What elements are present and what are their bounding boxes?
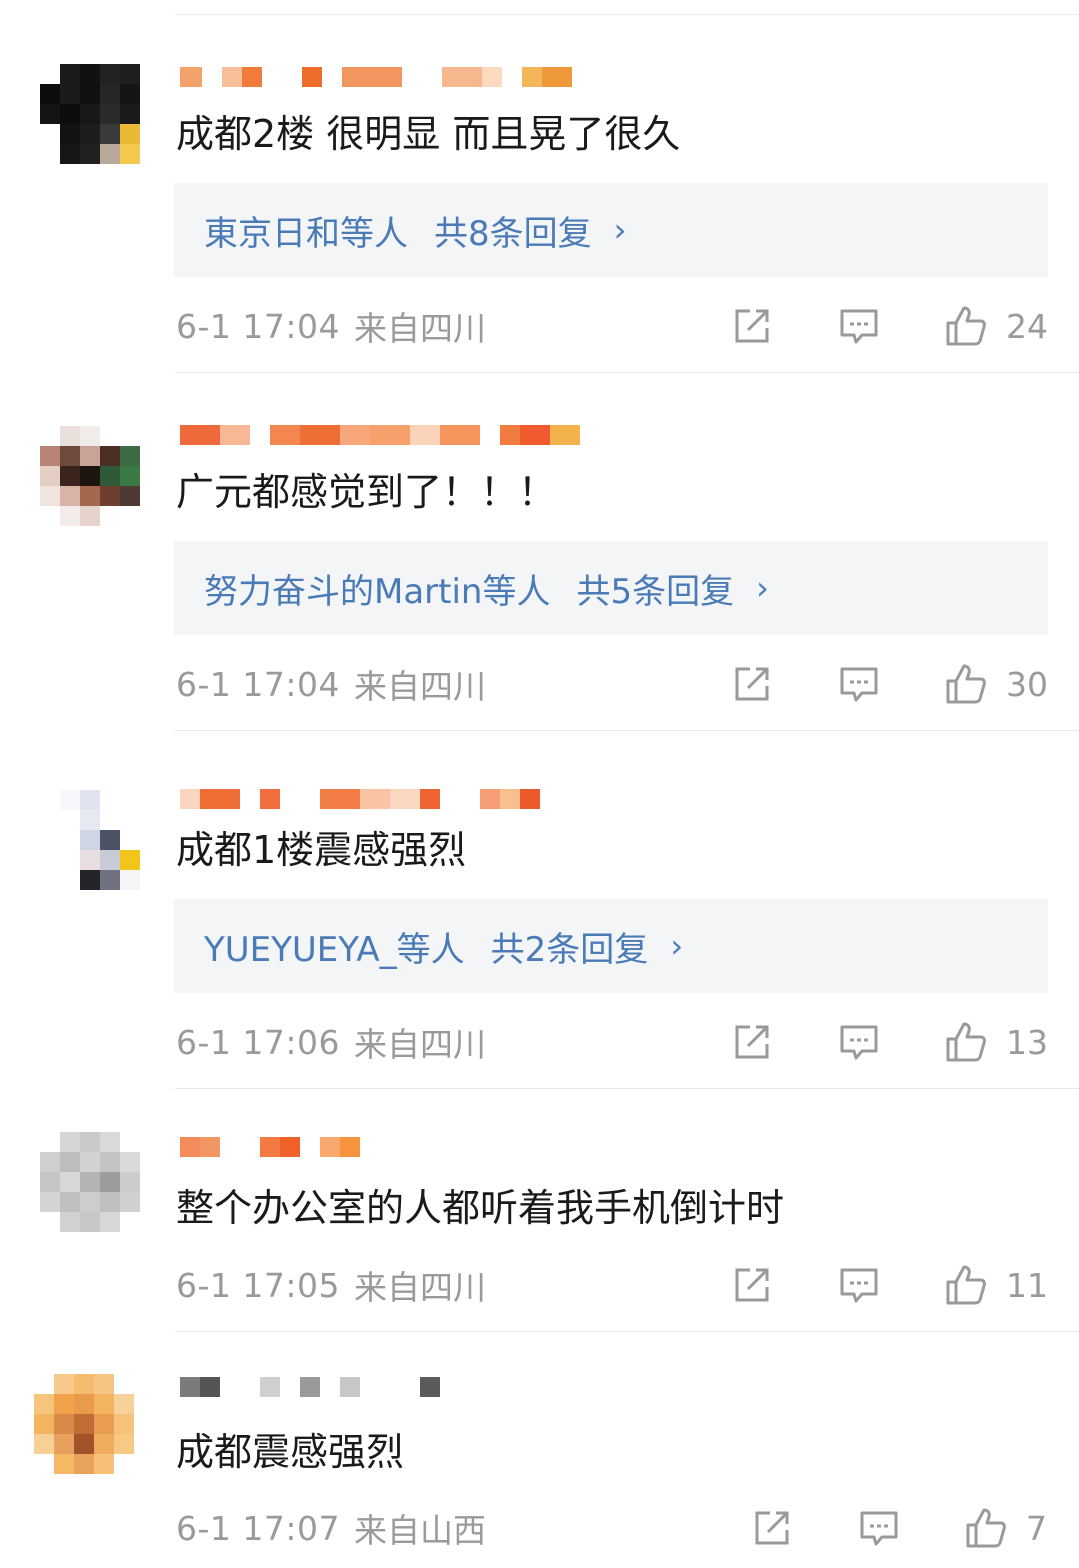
comment-icon: [840, 667, 878, 702]
like-count: 30: [1006, 664, 1048, 704]
location-source: 来自四川: [354, 1268, 486, 1307]
comment-button[interactable]: [838, 1020, 880, 1064]
comment-meta: 6-1 17:04 来自四川 24: [176, 304, 1056, 348]
thumbs-up-icon: [946, 1022, 986, 1062]
share-icon: [735, 309, 769, 343]
share-icon: [755, 1511, 789, 1545]
timestamp: 6-1 17:05: [176, 1265, 340, 1305]
share-icon: [735, 1025, 769, 1059]
comment-icon: [860, 1511, 898, 1546]
reply-users: YUEYUEYA_等人: [204, 929, 465, 970]
avatar[interactable]: [40, 790, 140, 890]
reply-count: 共8条回复: [434, 213, 592, 254]
repost-button[interactable]: [732, 1263, 772, 1307]
reply-summary-button[interactable]: YUEYUEYA_等人 共2条回复 ›: [174, 899, 1048, 993]
comment-icon: [840, 309, 878, 344]
timestamp: 6-1 17:04: [176, 306, 340, 346]
divider: [175, 730, 1079, 731]
chevron-right-icon: ›: [670, 927, 684, 965]
reply-summary-button[interactable]: 努力奋斗的Martin等人 共5条回复 ›: [174, 541, 1048, 635]
comment-text: 整个办公室的人都听着我手机倒计时: [176, 1186, 785, 1230]
timestamp: 6-1 17:06: [176, 1022, 340, 1062]
reply-count: 共5条回复: [576, 571, 735, 612]
location-source: 来自四川: [354, 309, 486, 348]
username-pixelated[interactable]: [180, 786, 610, 812]
location-source: 来自山西: [354, 1511, 486, 1550]
comment-text: 成都震感强烈: [176, 1430, 405, 1474]
comment-button[interactable]: [858, 1506, 900, 1550]
comment-text: 成都2楼 很明显 而且晃了很久: [176, 112, 681, 156]
comment-meta: 6-1 17:06 来自四川 13: [176, 1020, 1056, 1064]
username-pixelated[interactable]: [180, 1134, 610, 1160]
avatar[interactable]: [40, 64, 140, 164]
thumbs-up-icon: [946, 664, 986, 704]
repost-button[interactable]: [732, 662, 772, 706]
comment-text: 广元都感觉到了！！！: [176, 470, 557, 514]
location-source: 来自四川: [354, 667, 486, 706]
username-pixelated[interactable]: [180, 422, 610, 448]
like-count: 13: [1006, 1022, 1048, 1062]
thumbs-up-icon: [946, 306, 986, 346]
comment-button[interactable]: [838, 662, 880, 706]
like-button[interactable]: 24: [944, 304, 1048, 348]
divider: [175, 14, 1079, 15]
chevron-right-icon: ›: [613, 211, 627, 249]
thumbs-up-icon: [946, 1265, 986, 1305]
comment-button[interactable]: [838, 1263, 880, 1307]
comment-icon: [840, 1025, 878, 1060]
like-count: 11: [1006, 1265, 1048, 1305]
reply-summary-button[interactable]: 東京日和等人 共8条回复 ›: [174, 183, 1048, 277]
divider: [175, 1088, 1079, 1089]
action-bar: 11: [732, 1263, 1056, 1307]
like-count: 7: [1026, 1508, 1047, 1548]
action-bar: 30: [732, 662, 1056, 706]
share-icon: [735, 1268, 769, 1302]
repost-button[interactable]: [732, 304, 772, 348]
action-bar: 24: [732, 304, 1056, 348]
like-button[interactable]: 30: [944, 662, 1048, 706]
thumbs-up-icon: [966, 1508, 1006, 1548]
like-button[interactable]: 11: [944, 1263, 1048, 1307]
comment-feed: 成都2楼 很明显 而且晃了很久 東京日和等人 共8条回复 › 6-1 17:04…: [0, 0, 1079, 1568]
comment-button[interactable]: [838, 304, 880, 348]
reply-count: 共2条回复: [490, 929, 649, 970]
reply-users: 東京日和等人: [204, 213, 408, 254]
like-button[interactable]: 7: [964, 1506, 1047, 1550]
timestamp: 6-1 17:07: [176, 1508, 340, 1548]
like-button[interactable]: 13: [944, 1020, 1048, 1064]
comment-meta: 6-1 17:07 来自山西 7: [176, 1506, 1056, 1550]
timestamp: 6-1 17:04: [176, 664, 340, 704]
username-pixelated[interactable]: [180, 1374, 610, 1400]
username-pixelated[interactable]: [180, 64, 610, 90]
comment-text: 成都1楼震感强烈: [176, 828, 467, 872]
chevron-right-icon: ›: [756, 569, 769, 607]
divider: [175, 1331, 1079, 1332]
comment-meta: 6-1 17:04 来自四川 30: [176, 662, 1056, 706]
repost-button[interactable]: [732, 1020, 772, 1064]
comment-icon: [840, 1268, 878, 1303]
like-count: 24: [1006, 306, 1048, 346]
reply-users: 努力奋斗的Martin等人: [204, 571, 551, 612]
avatar[interactable]: [34, 1374, 134, 1474]
divider: [175, 372, 1079, 373]
action-bar: 7: [752, 1506, 1076, 1550]
share-icon: [735, 667, 769, 701]
action-bar: 13: [732, 1020, 1056, 1064]
avatar[interactable]: [40, 426, 140, 526]
avatar[interactable]: [40, 1132, 140, 1232]
comment-meta: 6-1 17:05 来自四川 11: [176, 1263, 1056, 1307]
location-source: 来自四川: [354, 1025, 486, 1064]
repost-button[interactable]: [752, 1506, 792, 1550]
